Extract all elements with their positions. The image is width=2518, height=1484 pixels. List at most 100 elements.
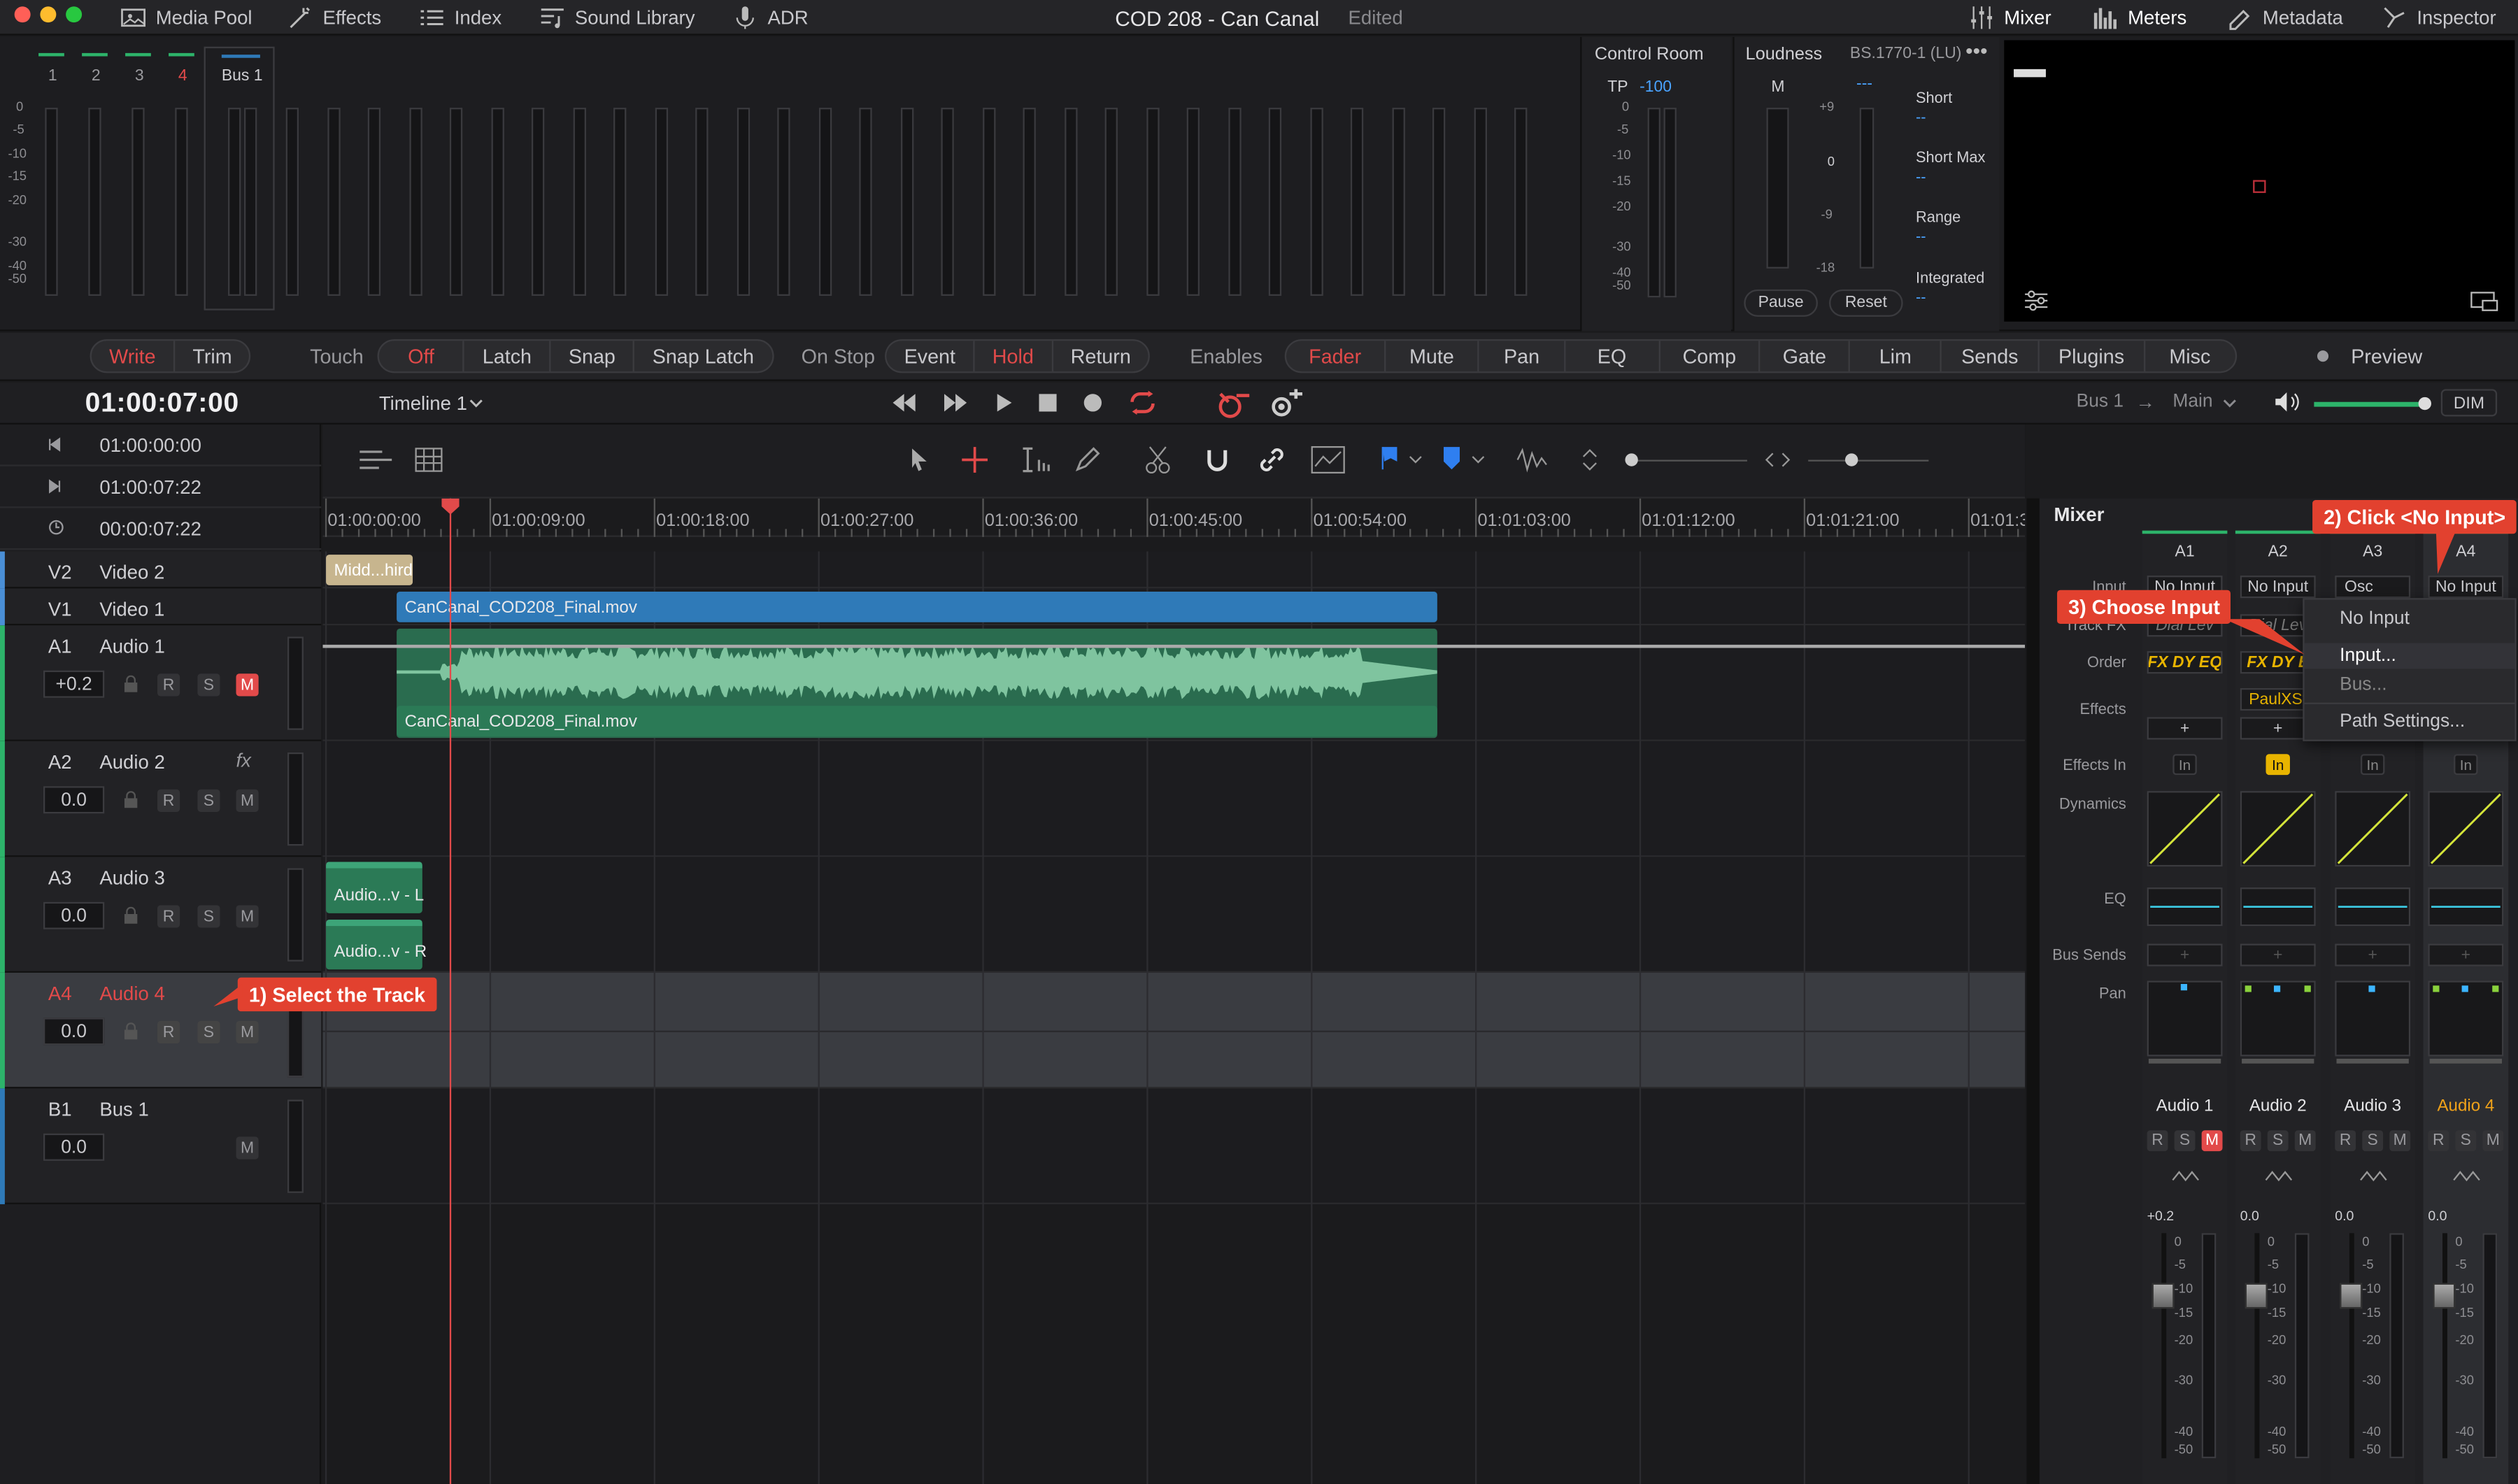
record-arm-button[interactable]: R bbox=[157, 1020, 180, 1044]
track-volume-a4[interactable]: 0.0 bbox=[43, 1018, 105, 1046]
enable-gate-button[interactable]: Gate bbox=[1761, 341, 1851, 372]
tab-inspector[interactable]: Inspector bbox=[2382, 0, 2496, 36]
automation-mode-icon[interactable] bbox=[2264, 1169, 2293, 1185]
channel-fader[interactable]: 0 -5 -10 -15 -20 -30 -40 -50 bbox=[2330, 1206, 2415, 1463]
mute-button-active[interactable]: M bbox=[236, 673, 259, 697]
touch-latch-button[interactable]: Latch bbox=[465, 341, 551, 372]
playhead-handle-icon[interactable] bbox=[441, 498, 460, 515]
mixer-input-a4[interactable]: No Input bbox=[2428, 576, 2504, 599]
tab-effects[interactable]: Effects bbox=[287, 0, 381, 36]
pan-control-a3[interactable] bbox=[2335, 980, 2411, 1064]
eq-graph-a4[interactable] bbox=[2428, 887, 2504, 927]
lock-icon[interactable] bbox=[124, 675, 138, 693]
horizontal-zoom-slider[interactable] bbox=[1808, 459, 1929, 462]
loudness-pause-button[interactable]: Pause bbox=[1744, 289, 1818, 317]
menu-item-path-settings[interactable]: Path Settings... bbox=[2340, 712, 2465, 732]
minimize-window-button[interactable] bbox=[40, 6, 57, 23]
touch-snap-button[interactable]: Snap bbox=[551, 341, 635, 372]
tab-meters[interactable]: Meters bbox=[2093, 0, 2186, 36]
marker-icon[interactable] bbox=[1442, 445, 1462, 471]
mixer-solo-a2[interactable]: S bbox=[2267, 1130, 2289, 1152]
draw-tool-icon[interactable] bbox=[1073, 445, 1102, 474]
mute-button[interactable]: M bbox=[236, 1136, 259, 1160]
record-icon[interactable] bbox=[1082, 392, 1103, 413]
output-bus[interactable]: Bus 1 bbox=[2077, 392, 2124, 412]
enable-misc-button[interactable]: Misc bbox=[2145, 341, 2235, 371]
track-header-a2[interactable]: A2 Audio 2 fx 0.0 R S M bbox=[0, 741, 322, 857]
rewind-icon[interactable] bbox=[891, 392, 917, 413]
mixer-bus-send-a4[interactable]: + bbox=[2428, 943, 2504, 966]
on-stop-hold-button[interactable]: Hold bbox=[975, 341, 1053, 372]
clip-a3-left[interactable]: Audio...v - L bbox=[326, 862, 424, 913]
automation-mode-icon[interactable] bbox=[2452, 1169, 2481, 1185]
automation-mode-icon[interactable] bbox=[2171, 1169, 2200, 1185]
mixer-order-a1[interactable]: FX DY EQ bbox=[2147, 651, 2223, 674]
close-window-button[interactable] bbox=[14, 6, 31, 23]
record-arm-button[interactable]: R bbox=[157, 789, 180, 812]
enable-comp-button[interactable]: Comp bbox=[1660, 341, 1761, 372]
enable-sends-button[interactable]: Sends bbox=[1942, 341, 2040, 372]
clip-a3-right[interactable]: Audio...v - R bbox=[326, 920, 427, 970]
mixer-record-arm-a2[interactable]: R bbox=[2240, 1130, 2261, 1152]
master-timecode[interactable]: 01:00:07:00 bbox=[85, 387, 239, 420]
timeline-ruler[interactable]: 01:00:00:00 01:00:09:00 01:00:18:00 01:00:2… bbox=[322, 498, 2026, 537]
mixer-solo-a1[interactable]: S bbox=[2174, 1130, 2196, 1152]
main-output-selector[interactable]: Main bbox=[2172, 392, 2212, 412]
enable-mute-button[interactable]: Mute bbox=[1386, 341, 1480, 372]
mixer-effects-in-a2-active[interactable]: In bbox=[2266, 754, 2290, 776]
channel-fader[interactable]: 0 -5 -10 -15 -20 -30 -40 -50 bbox=[2235, 1206, 2321, 1463]
lock-icon[interactable] bbox=[124, 791, 138, 808]
video-viewer[interactable] bbox=[2004, 40, 2515, 322]
mixer-mute-a3[interactable]: M bbox=[2389, 1130, 2411, 1152]
pan-control-a4[interactable] bbox=[2428, 980, 2504, 1064]
solo-button[interactable]: S bbox=[197, 905, 220, 928]
touch-snap-latch-button[interactable]: Snap Latch bbox=[634, 341, 771, 371]
enable-lim-button[interactable]: Lim bbox=[1850, 341, 1942, 372]
loop-icon[interactable] bbox=[1128, 390, 1158, 415]
mixer-bus-send-a3[interactable]: + bbox=[2335, 943, 2411, 966]
mixer-mute-a1[interactable]: M bbox=[2201, 1130, 2223, 1152]
enable-pan-button[interactable]: Pan bbox=[1480, 341, 1565, 372]
track-header-v1[interactable]: V1 Video 1 bbox=[0, 588, 322, 626]
monitor-volume-slider[interactable] bbox=[2314, 401, 2428, 407]
track-fx-icon[interactable]: fx bbox=[236, 749, 250, 771]
horizontal-zoom-icon[interactable] bbox=[1765, 450, 1791, 470]
mixer-mute-a4[interactable]: M bbox=[2482, 1130, 2504, 1152]
vertical-zoom-slider[interactable] bbox=[1626, 459, 1747, 462]
mixer-input-a3[interactable]: Osc bbox=[2335, 576, 2411, 599]
enable-plugins-button[interactable]: Plugins bbox=[2039, 341, 2145, 372]
tab-media-pool[interactable]: Media Pool bbox=[120, 0, 252, 36]
enable-fader-button[interactable]: Fader bbox=[1286, 341, 1386, 372]
record-arm-button[interactable]: R bbox=[157, 905, 180, 928]
track-volume-a1[interactable]: +0.2 bbox=[43, 670, 105, 698]
solo-button[interactable]: S bbox=[197, 1020, 220, 1044]
menu-item-input[interactable]: Input... bbox=[2340, 646, 2396, 666]
fader-handle[interactable] bbox=[2245, 1283, 2268, 1309]
mixer-add-effect-a1[interactable]: + bbox=[2147, 717, 2223, 740]
mixer-input-a2[interactable]: No Input bbox=[2240, 576, 2316, 599]
track-volume-b1[interactable]: 0.0 bbox=[43, 1133, 105, 1161]
loudness-options-icon[interactable]: ••• bbox=[1965, 38, 1987, 62]
tab-index[interactable]: Index bbox=[419, 0, 502, 36]
timeline-selector[interactable]: Timeline 1 bbox=[379, 392, 467, 415]
track-volume-a2[interactable]: 0.0 bbox=[43, 786, 105, 814]
tab-sound-library[interactable]: Sound Library bbox=[539, 0, 695, 36]
menu-item-bus[interactable]: Bus... bbox=[2340, 676, 2387, 695]
solo-button[interactable]: S bbox=[197, 673, 220, 697]
record-arm-button[interactable]: R bbox=[157, 673, 180, 697]
enable-eq-button[interactable]: EQ bbox=[1565, 341, 1660, 372]
chevron-down-icon[interactable] bbox=[1471, 455, 1486, 465]
mixer-effects-in-a1[interactable]: In bbox=[2172, 754, 2197, 776]
range-selection-tool-icon[interactable] bbox=[960, 445, 989, 474]
on-stop-event-button[interactable]: Event bbox=[886, 341, 975, 372]
channel-fader[interactable]: 0 -5 -10 -15 -20 -30 -40 -50 bbox=[2142, 1206, 2228, 1463]
mixer-record-arm-a3[interactable]: R bbox=[2335, 1130, 2356, 1152]
tab-mixer[interactable]: Mixer bbox=[1969, 0, 2051, 36]
eq-graph-a3[interactable] bbox=[2335, 887, 2411, 927]
menu-item-no-input[interactable]: No Input bbox=[2340, 609, 2410, 629]
stop-icon[interactable] bbox=[1039, 394, 1057, 412]
mixer-effects-in-a4[interactable]: In bbox=[2454, 754, 2478, 776]
mixer-record-arm-a1[interactable]: R bbox=[2147, 1130, 2168, 1152]
write-button[interactable]: Write bbox=[92, 341, 176, 372]
eq-graph-a1[interactable] bbox=[2147, 887, 2223, 927]
